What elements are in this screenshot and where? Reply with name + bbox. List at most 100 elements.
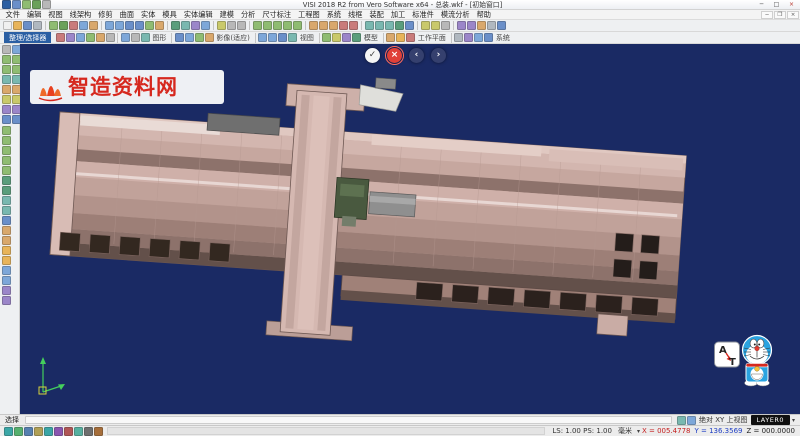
show-graphics-icon[interactable] bbox=[121, 33, 130, 42]
units-dropdown-icon[interactable]: ▾ bbox=[637, 428, 640, 435]
solid-tool-icon[interactable] bbox=[2, 206, 11, 215]
otrack-toggle-icon[interactable] bbox=[54, 427, 63, 436]
ortho-mode-icon[interactable] bbox=[2, 85, 11, 94]
select-arrow-icon[interactable] bbox=[2, 45, 11, 54]
ortho-toggle-icon[interactable] bbox=[24, 427, 33, 436]
layer-dropdown-icon[interactable]: ▾ bbox=[792, 417, 795, 424]
text-icon[interactable] bbox=[441, 21, 450, 30]
open-file-icon[interactable] bbox=[13, 21, 22, 30]
print-icon[interactable] bbox=[33, 21, 42, 30]
model-compare-icon[interactable] bbox=[342, 33, 351, 42]
tab-organize-selector[interactable]: 整理/选择器 bbox=[4, 32, 51, 44]
view-plane-icon[interactable] bbox=[687, 416, 696, 425]
zoom-window-icon[interactable] bbox=[125, 21, 134, 30]
sweep-icon[interactable] bbox=[385, 21, 394, 30]
line-icon[interactable] bbox=[263, 21, 272, 30]
extend-icon[interactable] bbox=[319, 21, 328, 30]
model-info-icon[interactable] bbox=[332, 33, 341, 42]
iso-view-icon[interactable] bbox=[278, 33, 287, 42]
surface-tool-icon[interactable] bbox=[2, 196, 11, 205]
shaded-mode-icon[interactable] bbox=[171, 21, 180, 30]
grid-toggle-icon[interactable] bbox=[14, 427, 23, 436]
lineweight-toggle-icon[interactable] bbox=[74, 427, 83, 436]
fillet-tool-icon[interactable] bbox=[2, 226, 11, 235]
dimension-icon[interactable] bbox=[431, 21, 440, 30]
circle-tool-icon[interactable] bbox=[2, 156, 11, 165]
menu-item[interactable]: 工程图 bbox=[295, 10, 324, 20]
workplane-align-icon[interactable] bbox=[406, 33, 415, 42]
offset-icon[interactable] bbox=[329, 21, 338, 30]
measure-icon[interactable] bbox=[421, 21, 430, 30]
snap-grid-icon[interactable] bbox=[2, 75, 11, 84]
app-logo-icon[interactable] bbox=[2, 0, 11, 9]
workplane-new-icon[interactable] bbox=[396, 33, 405, 42]
units-selector[interactable]: 毫米 bbox=[618, 426, 632, 436]
doc-minimize-button[interactable]: ─ bbox=[761, 11, 773, 19]
menu-item[interactable]: 线框 bbox=[345, 10, 366, 20]
system-layers-icon[interactable] bbox=[464, 33, 473, 42]
chamfer-icon[interactable] bbox=[349, 21, 358, 30]
attributes-icon[interactable] bbox=[467, 21, 476, 30]
select-filter-icon[interactable] bbox=[217, 21, 226, 30]
select-by-color-icon[interactable] bbox=[56, 33, 65, 42]
settings-icon[interactable] bbox=[487, 21, 496, 30]
close-button[interactable]: × bbox=[784, 0, 799, 9]
undo-icon[interactable] bbox=[49, 21, 58, 30]
copy-icon[interactable] bbox=[79, 21, 88, 30]
chamfer-tool-icon[interactable] bbox=[2, 236, 11, 245]
polyline-tool-icon[interactable] bbox=[2, 136, 11, 145]
redo-quick-icon[interactable] bbox=[32, 0, 41, 9]
minimize-button[interactable]: ─ bbox=[754, 0, 769, 9]
snap-toggle-icon[interactable] bbox=[4, 427, 13, 436]
menu-item[interactable]: 建模 bbox=[216, 10, 237, 20]
system-help-icon[interactable] bbox=[484, 33, 493, 42]
osnap-toggle-icon[interactable] bbox=[44, 427, 53, 436]
scale-tool-icon[interactable] bbox=[2, 296, 11, 305]
zoom-all-icon[interactable] bbox=[175, 33, 184, 42]
circle-icon[interactable] bbox=[283, 21, 292, 30]
menu-item[interactable]: 文件 bbox=[2, 10, 23, 20]
zoom-out-icon[interactable] bbox=[115, 21, 124, 30]
coord-mode-icon[interactable] bbox=[677, 416, 686, 425]
ellipse-tool-icon[interactable] bbox=[2, 166, 11, 175]
undo-quick-icon[interactable] bbox=[22, 0, 31, 9]
command-input[interactable] bbox=[25, 416, 672, 424]
extrude-icon[interactable] bbox=[365, 21, 374, 30]
new-file-icon[interactable] bbox=[3, 21, 12, 30]
menu-item[interactable]: 加工 bbox=[387, 10, 408, 20]
select-by-layer-icon[interactable] bbox=[66, 33, 75, 42]
front-view-icon[interactable] bbox=[268, 33, 277, 42]
shell-tool-icon[interactable] bbox=[2, 246, 11, 255]
menu-item[interactable]: 编辑 bbox=[23, 10, 44, 20]
dyn-input-toggle-icon[interactable] bbox=[64, 427, 73, 436]
hide-graphics-icon[interactable] bbox=[131, 33, 140, 42]
cut-icon[interactable] bbox=[69, 21, 78, 30]
arc-tool-icon[interactable] bbox=[2, 146, 11, 155]
menu-item[interactable]: 修剪 bbox=[95, 10, 116, 20]
workplane-xy-icon[interactable] bbox=[386, 33, 395, 42]
menu-item[interactable]: 系统 bbox=[323, 10, 344, 20]
doc-close-button[interactable]: × bbox=[787, 11, 799, 19]
layer-manager-icon[interactable] bbox=[457, 21, 466, 30]
shell-icon[interactable] bbox=[395, 21, 404, 30]
draft-tool-icon[interactable] bbox=[2, 256, 11, 265]
machine-bed[interactable] bbox=[48, 112, 686, 323]
hidden-line-icon[interactable] bbox=[191, 21, 200, 30]
mirror-tool-icon[interactable] bbox=[2, 286, 11, 295]
redo-icon[interactable] bbox=[59, 21, 68, 30]
spline-icon[interactable] bbox=[293, 21, 302, 30]
orbit-view-icon[interactable] bbox=[155, 21, 164, 30]
perspective-icon[interactable] bbox=[201, 21, 210, 30]
refresh-image-icon[interactable] bbox=[195, 33, 204, 42]
help-icon[interactable] bbox=[497, 21, 506, 30]
save-quick-icon[interactable] bbox=[12, 0, 21, 9]
zoom-selected-icon[interactable] bbox=[185, 33, 194, 42]
deselect-icon[interactable] bbox=[106, 33, 115, 42]
quick-select-icon[interactable] bbox=[86, 33, 95, 42]
invert-selection-icon[interactable] bbox=[96, 33, 105, 42]
next-step-button[interactable]: › bbox=[431, 48, 446, 63]
maximize-button[interactable]: □ bbox=[769, 0, 784, 9]
paste-icon[interactable] bbox=[89, 21, 98, 30]
point-icon[interactable] bbox=[253, 21, 262, 30]
menu-item[interactable]: 实体编辑 bbox=[180, 10, 216, 20]
